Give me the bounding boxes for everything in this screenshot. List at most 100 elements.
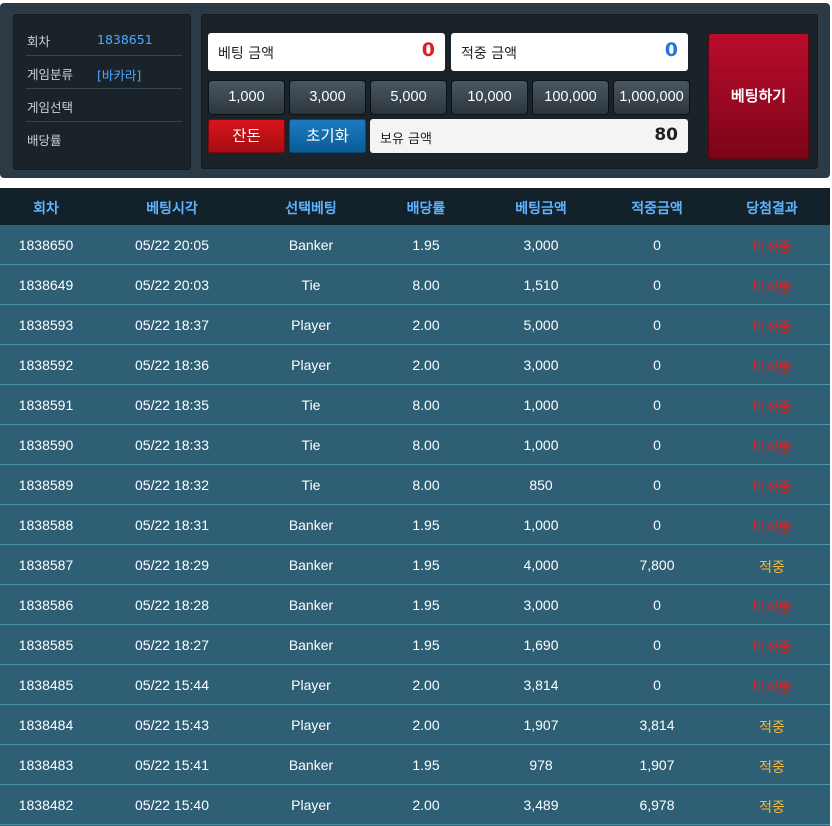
cell-win-amount: 6,978 [639, 797, 675, 813]
cell-pick: Banker [288, 637, 334, 653]
cell-result: 미적중 [752, 519, 792, 535]
table-row: 1838484 05/22 15:43 Player 2.00 1,907 3,814 적중 [0, 705, 830, 745]
bet-amount-value: 0 [421, 39, 435, 61]
cell-round: 1838587 [18, 557, 74, 573]
cell-bet-amount: 1,000 [523, 397, 559, 413]
table-row: 1838586 05/22 18:28 Banker 1.95 3,000 0 미적중 [0, 585, 830, 625]
table-row: 1838593 05/22 18:37 Player 2.00 5,000 0 미적중 [0, 305, 830, 345]
cell-win-amount: 0 [653, 637, 661, 653]
cell-win-amount: 0 [653, 597, 661, 613]
header-bet-amount: 베팅금액 [515, 201, 567, 217]
round-label: 회차 [27, 34, 51, 49]
cell-odds: 2.00 [412, 357, 440, 373]
cell-odds: 2.00 [412, 677, 440, 693]
cell-win-amount: 0 [653, 437, 661, 453]
cell-round: 1838650 [18, 237, 74, 253]
cell-bet-time: 05/22 18:28 [135, 597, 209, 613]
change-button[interactable]: 잔돈 [208, 119, 285, 153]
cell-bet-time: 05/22 20:05 [135, 237, 209, 253]
cell-pick: Player [291, 677, 331, 693]
win-amount-field: 적중 금액 0 [451, 33, 688, 71]
bet-amount-field[interactable]: 베팅 금액 0 [208, 33, 445, 71]
cell-round: 1838482 [18, 797, 74, 813]
cell-bet-amount: 3,000 [523, 237, 559, 253]
cell-pick: Tie [301, 397, 321, 413]
cell-round: 1838592 [18, 357, 74, 373]
cell-result: 적중 [759, 799, 785, 815]
cell-bet-time: 05/22 18:27 [135, 637, 209, 653]
cell-bet-time: 05/22 15:40 [135, 797, 209, 813]
cell-bet-amount: 5,000 [523, 317, 559, 333]
cell-result: 적중 [759, 719, 785, 735]
cell-result: 미적중 [752, 279, 792, 295]
category-label: 게임분류 [27, 67, 74, 82]
cell-odds: 1.95 [412, 597, 440, 613]
cell-bet-amount: 3,814 [523, 677, 559, 693]
cell-odds: 2.00 [412, 797, 440, 813]
header-win-amount: 적중금액 [631, 201, 683, 217]
chip-button-5000[interactable]: 5,000 [370, 80, 447, 115]
game-info-box: 회차 1838651 게임분류 [바카라] 게임선택 배당률 [13, 14, 191, 170]
cell-bet-amount: 3,000 [523, 357, 559, 373]
table-row: 1838588 05/22 18:31 Banker 1.95 1,000 0 미적중 [0, 505, 830, 545]
cell-win-amount: 0 [653, 357, 661, 373]
cell-win-amount: 0 [653, 317, 661, 333]
header-round: 회차 [33, 201, 59, 217]
category-value: [바카라] [97, 68, 142, 83]
cell-bet-amount: 3,489 [523, 797, 559, 813]
table-row: 1838590 05/22 18:33 Tie 8.00 1,000 0 미적중 [0, 425, 830, 465]
header-pick: 선택베팅 [285, 201, 337, 217]
cell-result: 미적중 [752, 359, 792, 375]
cell-win-amount: 0 [653, 517, 661, 533]
cell-result: 미적중 [752, 319, 792, 335]
cell-bet-amount: 1,907 [523, 717, 559, 733]
table-row: 1838585 05/22 18:27 Banker 1.95 1,690 0 미적중 [0, 625, 830, 665]
cell-pick: Banker [288, 237, 334, 253]
cell-result: 적중 [759, 759, 785, 775]
cell-odds: 1.95 [412, 757, 440, 773]
cell-bet-time: 05/22 18:36 [135, 357, 209, 373]
chip-button-100000[interactable]: 100,000 [532, 80, 609, 115]
cell-result: 미적중 [752, 479, 792, 495]
cell-round: 1838483 [18, 757, 74, 773]
cell-result: 미적중 [752, 399, 792, 415]
chip-button-3000[interactable]: 3,000 [289, 80, 366, 115]
chip-button-10000[interactable]: 10,000 [451, 80, 528, 115]
cell-pick: Tie [301, 277, 321, 293]
cell-round: 1838593 [18, 317, 74, 333]
cell-pick: Player [291, 357, 331, 373]
chip-button-1000[interactable]: 1,000 [208, 80, 285, 115]
cell-bet-time: 05/22 15:44 [135, 677, 209, 693]
info-row-selection: 게임선택 [26, 89, 182, 122]
cell-round: 1838586 [18, 597, 74, 613]
cell-win-amount: 3,814 [639, 717, 675, 733]
cell-bet-amount: 978 [529, 757, 553, 773]
cell-odds: 8.00 [412, 277, 440, 293]
cell-odds: 2.00 [412, 317, 440, 333]
cell-win-amount: 0 [653, 677, 661, 693]
info-row-category: 게임분류 [바카라] [26, 56, 182, 89]
cell-pick: Banker [288, 597, 334, 613]
cell-win-amount: 1,907 [639, 757, 675, 773]
header-result: 당첨결과 [746, 201, 798, 217]
header-odds: 배당률 [406, 201, 446, 217]
cell-odds: 8.00 [412, 437, 440, 453]
reset-button[interactable]: 초기화 [289, 119, 366, 153]
cell-bet-amount: 1,690 [523, 637, 559, 653]
cell-bet-amount: 1,510 [523, 277, 559, 293]
table-row: 1838482 05/22 15:40 Player 2.00 3,489 6,978 적중 [0, 785, 830, 825]
cell-win-amount: 0 [653, 477, 661, 493]
cell-bet-time: 05/22 18:29 [135, 557, 209, 573]
cell-bet-amount: 1,000 [523, 437, 559, 453]
cell-pick: Banker [288, 517, 334, 533]
selection-label: 게임선택 [27, 100, 74, 115]
cell-odds: 1.95 [412, 237, 440, 253]
odds-label: 배당률 [27, 133, 62, 148]
table-row: 1838483 05/22 15:41 Banker 1.95 978 1,907 적중 [0, 745, 830, 785]
table-row: 1838592 05/22 18:36 Player 2.00 3,000 0 미적중 [0, 345, 830, 385]
place-bet-button[interactable]: 베팅하기 [708, 33, 809, 159]
info-row-odds: 배당률 [26, 122, 182, 155]
cell-bet-time: 05/22 15:43 [135, 717, 209, 733]
chip-button-1000000[interactable]: 1,000,000 [613, 80, 690, 115]
cell-bet-time: 05/22 18:33 [135, 437, 209, 453]
